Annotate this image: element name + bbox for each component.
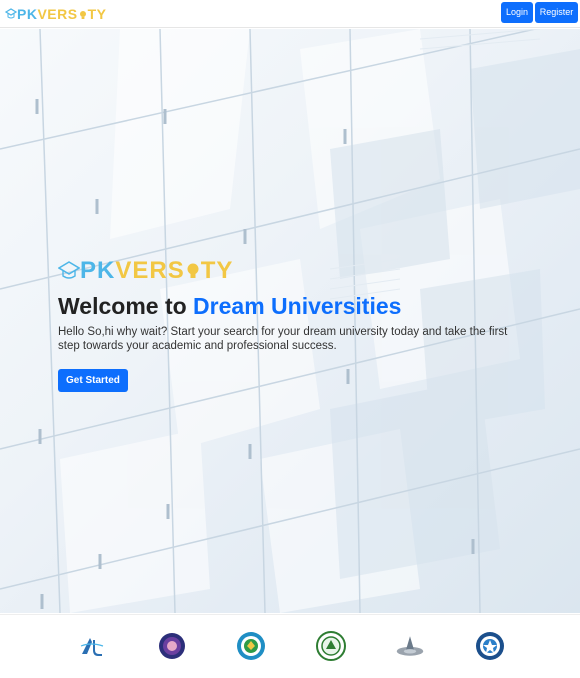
university-logo-6[interactable]: [475, 631, 505, 661]
university-logo-1[interactable]: [77, 631, 107, 661]
get-started-button[interactable]: Get Started: [58, 369, 128, 392]
hero-brand-logo: PKVERS TY: [58, 255, 528, 287]
bulb-icon: [187, 263, 199, 278]
hero-title: Welcome to Dream Universities: [58, 293, 528, 320]
brand-text-pk: PK: [17, 6, 38, 22]
hero-brand-ty: TY: [200, 257, 234, 284]
hero-content: PKVERS TY Welcome to Dream Universities H…: [58, 255, 528, 392]
graduation-cap-icon: [58, 261, 80, 279]
university-logo-5[interactable]: [395, 631, 425, 661]
brand-text: PKVERS TY: [17, 6, 106, 22]
login-button[interactable]: Login: [501, 2, 533, 23]
graduation-cap-icon: [5, 8, 17, 19]
university-logo-5-icon: [396, 636, 424, 656]
register-button[interactable]: Register: [535, 2, 578, 23]
university-logo-6-icon: [476, 632, 504, 660]
hero-description: Hello So,hi why wait? Start your search …: [58, 326, 508, 352]
hero-section: PKVERS TY Welcome to Dream Universities H…: [0, 29, 580, 613]
university-logos-strip: [0, 614, 580, 678]
university-logo-3[interactable]: [236, 631, 266, 661]
hero-title-accent: Dream Universities: [193, 293, 402, 319]
university-logo-4[interactable]: [316, 631, 346, 661]
university-logo-3-icon: [237, 632, 265, 660]
university-logo-1-icon: [80, 638, 104, 656]
hero-title-prefix: Welcome to: [58, 293, 194, 319]
university-logo-4-icon: [316, 631, 346, 661]
brand-logo[interactable]: PKVERS TY: [5, 4, 106, 24]
hero-brand-vers: VERS: [115, 257, 185, 284]
top-navbar: PKVERS TY Login Register: [0, 0, 580, 28]
university-logo-2[interactable]: [157, 631, 187, 661]
university-logo-2-icon: [159, 633, 185, 659]
hero-brand-text: PKVERS TY: [80, 257, 233, 285]
brand-text-ty: TY: [87, 6, 107, 22]
hero-brand-pk: PK: [80, 257, 116, 284]
brand-text-vers: VERS: [37, 6, 78, 22]
bulb-icon: [79, 11, 86, 19]
